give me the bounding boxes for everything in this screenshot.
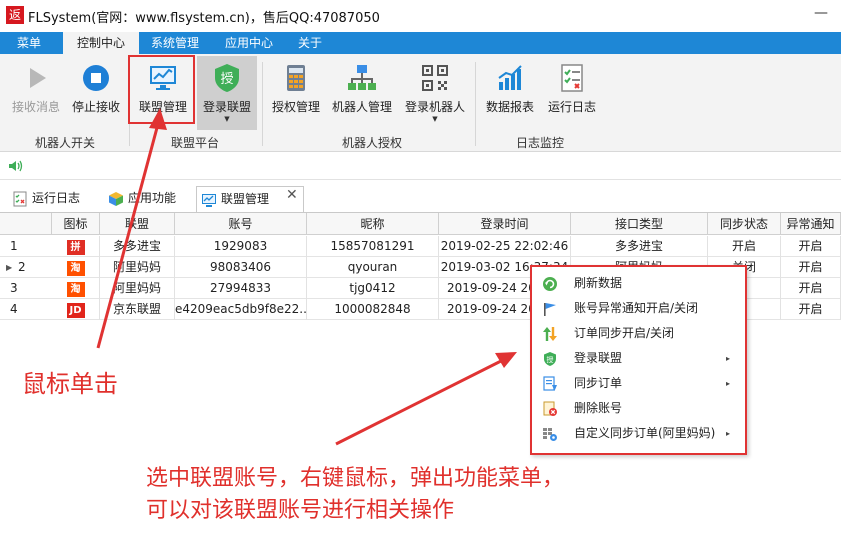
stop-receive-button[interactable]: 停止接收	[66, 56, 126, 128]
ribbon-toolbar: 接收消息 停止接收 联盟管理 授 登录联盟 ▼ 授权管理 机器人管理 登录机器人…	[0, 54, 841, 152]
submenu-arrow-icon: ▸	[726, 379, 731, 388]
pinduoduo-logo-icon: 拼	[66, 240, 85, 255]
network-icon	[348, 65, 376, 90]
robot-manage-button[interactable]: 机器人管理	[328, 56, 396, 128]
speaker-icon[interactable]	[8, 159, 24, 173]
current-row-arrow-icon: ▶	[6, 263, 13, 272]
checklist-icon	[13, 191, 27, 207]
grid-settings-icon	[543, 428, 557, 441]
table-header[interactable]: 图标	[52, 213, 100, 235]
table-header[interactable]: 接口类型	[571, 213, 708, 235]
annotation-line2: 可以对该联盟账号进行相关操作	[146, 498, 455, 523]
annotation-click: 鼠标单击	[22, 370, 118, 398]
sync-arrows-icon	[543, 327, 557, 341]
play-icon	[30, 68, 46, 88]
menu-item-sync-orders[interactable]: 同步订单 ▸	[532, 371, 745, 396]
stop-icon	[83, 65, 109, 91]
chevron-down-icon: ▼	[224, 115, 230, 123]
tab-control-center[interactable]: 控制中心	[63, 32, 139, 54]
tab-about[interactable]: 关于	[290, 32, 330, 54]
menu-bar: 菜单 控制中心 系统管理 应用中心 关于	[0, 32, 841, 54]
data-report-button[interactable]: 数据报表	[480, 56, 540, 128]
title-bar: 返 FLSystem(官网：www.flsystem.cn)，售后QQ:4708…	[0, 0, 841, 32]
menu-item-refresh[interactable]: 刷新数据	[532, 271, 745, 296]
svg-text:授: 授	[220, 72, 233, 87]
document-tabs: 运行日志 应用功能 联盟管理	[0, 181, 841, 213]
window-title: FLSystem(官网：www.flsystem.cn)，售后QQ:470870…	[28, 11, 380, 26]
close-tab-icon[interactable]: ✕	[286, 187, 298, 203]
calculator-icon	[287, 65, 305, 91]
table-header-rownum	[0, 213, 52, 235]
tab-run-log[interactable]: 运行日志	[8, 186, 92, 213]
tab-menu[interactable]: 菜单	[4, 32, 54, 54]
document-download-icon	[543, 376, 557, 391]
receive-message-button[interactable]: 接收消息	[6, 56, 66, 128]
submenu-arrow-icon: ▸	[726, 354, 731, 363]
context-menu: 刷新数据 账号异常通知开启/关闭 订单同步开启/关闭 授 登录联盟 ▸ 同步订单…	[530, 265, 747, 455]
checklist-icon	[561, 64, 583, 92]
group-robot-auth: 机器人授权	[341, 136, 402, 150]
shield-auth-icon: 授	[215, 64, 239, 92]
minimize-button[interactable]: —	[806, 5, 836, 25]
tab-app-center[interactable]: 应用中心	[216, 32, 282, 54]
qr-code-icon	[422, 65, 448, 91]
flag-icon	[544, 303, 556, 316]
table-header[interactable]: 联盟	[100, 213, 175, 235]
cube-icon	[109, 192, 123, 206]
run-log-button[interactable]: 运行日志	[542, 56, 602, 128]
highlight-box	[128, 55, 195, 124]
refresh-icon	[543, 277, 557, 291]
robot-login-button[interactable]: 登录机器人 ▼	[400, 56, 470, 128]
table-header[interactable]: 异常通知	[781, 213, 841, 235]
menu-item-toggle-sync[interactable]: 订单同步开启/关闭	[532, 321, 745, 346]
chevron-down-icon: ▼	[432, 115, 438, 123]
group-alliance-platform: 联盟平台	[170, 136, 219, 150]
table-header[interactable]: 昵称	[307, 213, 439, 235]
monitor-chart-icon	[202, 194, 216, 207]
notice-bar	[0, 152, 841, 180]
tab-app-function[interactable]: 应用功能	[104, 186, 188, 213]
menu-item-toggle-notify[interactable]: 账号异常通知开启/关闭	[532, 296, 745, 321]
jd-logo-icon: JD	[66, 303, 85, 318]
table-row[interactable]: 1 拼 多多进宝 1929083 15857081291 2019-02-25 …	[0, 236, 841, 257]
bar-chart-icon	[498, 65, 522, 90]
submenu-arrow-icon: ▸	[726, 429, 731, 438]
alliance-login-button[interactable]: 授 登录联盟 ▼	[197, 56, 257, 130]
menu-item-login-alliance[interactable]: 授 登录联盟 ▸	[532, 346, 745, 371]
table-header[interactable]: 登录时间	[439, 213, 571, 235]
svg-text:授: 授	[547, 355, 554, 364]
taobao-logo-icon: 淘	[66, 282, 85, 297]
app-icon: 返	[6, 6, 24, 24]
auth-manage-button[interactable]: 授权管理	[266, 56, 326, 128]
delete-user-icon	[543, 401, 557, 416]
table-header[interactable]: 同步状态	[708, 213, 781, 235]
group-log-monitor: 日志监控	[515, 136, 564, 150]
tab-system-manage[interactable]: 系统管理	[142, 32, 208, 54]
annotation-line1: 选中联盟账号，右键鼠标，弹出功能菜单，	[146, 466, 565, 491]
shield-auth-icon: 授	[544, 352, 556, 366]
table-header[interactable]: 账号	[175, 213, 307, 235]
menu-item-custom-sync[interactable]: 自定义同步订单(阿里妈妈) ▸	[532, 421, 745, 446]
menu-item-delete-account[interactable]: 删除账号	[532, 396, 745, 421]
taobao-logo-icon: 淘	[66, 261, 85, 276]
group-robot-switch: 机器人开关	[34, 136, 95, 150]
